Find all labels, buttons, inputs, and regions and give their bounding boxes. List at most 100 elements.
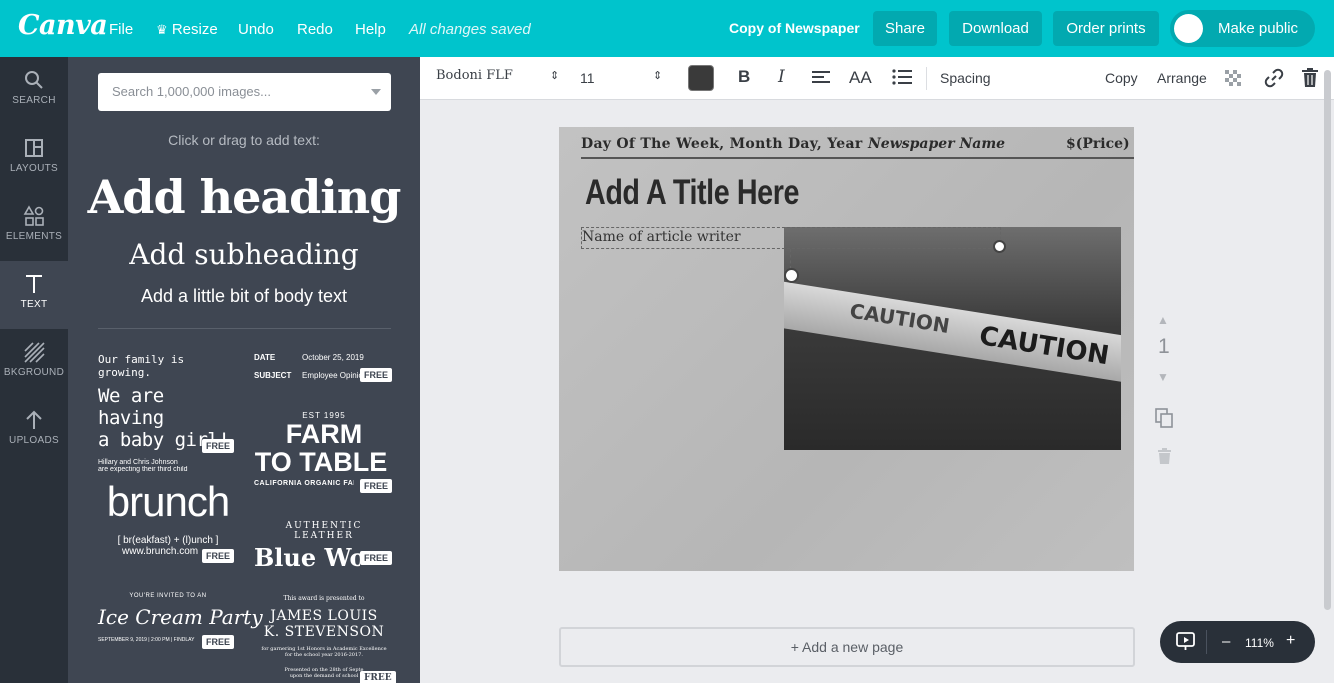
add-subheading-button[interactable]: Add subheading [68,238,420,271]
canva-logo[interactable]: Canva [18,10,108,41]
template-text: Blue Wood [254,543,360,572]
text-toolbar: Bodoni FLF ⇕ 11 ⇕ B I AA Spacing Copy Ar… [420,57,1334,100]
list-icon[interactable] [892,69,912,86]
sidebar-item-search[interactable]: SEARCH [0,57,68,125]
menu-file[interactable]: File [109,21,133,38]
sidebar-item-background[interactable]: BKGROUND [0,329,68,397]
make-public-label: Make public [1218,20,1299,37]
separator: - [849,136,854,152]
text-template-memo[interactable]: DATE October 25, 2019 SUBJECT Employee O… [254,353,394,388]
sidebar-item-uploads[interactable]: UPLOADS [0,397,68,465]
link-icon[interactable] [1264,68,1284,88]
italic-icon[interactable]: I [778,67,785,87]
text-template-leather[interactable]: AUTHENTIC LEATHER Blue Wood FREE [254,521,394,572]
zoom-in-button[interactable]: + [1286,632,1295,650]
menu-resize[interactable]: ♛ Resize [156,21,218,38]
divider [98,328,391,329]
template-text: YOU'RE INVITED TO AN [129,593,207,599]
text-template-award[interactable]: This award is presented to JAMES LOUIS K… [254,595,396,683]
template-text: Ice Cream Party [98,605,263,629]
text-color-swatch[interactable] [688,65,714,91]
image-search-input[interactable]: Search 1,000,000 images... [98,73,391,111]
top-bar: Canva File ♛ Resize Undo Redo Help All c… [0,0,1334,57]
transparency-icon[interactable] [1225,70,1241,86]
font-size-value: 11 [580,70,595,86]
make-public-toggle[interactable]: Make public [1170,10,1315,47]
template-text: FARM [285,419,363,449]
template-text: CALIFORNIA ORGANIC FARM [254,480,354,487]
text-template-farm[interactable]: EST 1995 FARM TO TABLE CALIFORNIA ORGANI… [254,411,394,497]
template-text: We are having [98,385,164,429]
duplicate-page-icon[interactable] [1155,408,1174,428]
font-size-select[interactable]: 11 [580,70,595,86]
present-icon[interactable] [1176,632,1195,651]
caution-tape-photo[interactable]: CAUTION CAUTION [784,227,1121,450]
free-badge: FREE [360,368,393,382]
newspaper-name[interactable]: Newspaper Name [868,136,1005,152]
order-prints-button[interactable]: Order prints [1053,11,1159,46]
free-badge: FREE [202,635,235,649]
template-text: brunch [106,478,230,525]
align-left-icon[interactable] [812,70,830,86]
free-badge: FREE [202,439,235,453]
background-icon [24,342,45,363]
rotate-handle-icon[interactable] [784,268,799,283]
article-title[interactable]: Add A Title Here [585,173,799,213]
trash-icon[interactable] [1302,68,1318,87]
download-button[interactable]: Download [949,11,1042,46]
text-template-brunch[interactable]: brunch [ br(eakfast) + (l)unch ] www.bru… [98,479,238,569]
sidebar-item-text[interactable]: TEXT [0,261,68,329]
sidebar-label: TEXT [20,299,48,310]
font-select-arrows-icon[interactable]: ⇕ [550,69,559,82]
text-template-baby[interactable]: Our family is growing. We are having a b… [98,353,238,473]
template-text: AUTHENTIC LEATHER [285,521,363,541]
article-writer[interactable]: Name of article writer [582,229,741,245]
sidebar-label: UPLOADS [9,435,59,446]
toggle-knob [1174,14,1203,43]
menu-redo[interactable]: Redo [297,21,333,38]
menu-help[interactable]: Help [355,21,386,38]
search-icon [25,71,43,89]
sidebar-label: ELEMENTS [5,231,63,242]
zoom-out-button[interactable]: – [1222,633,1230,650]
zoom-divider [1206,630,1207,654]
free-badge: FREE [360,671,396,683]
sidebar-item-layouts[interactable]: LAYOUTS [0,125,68,193]
add-new-page-button[interactable]: + Add a new page [559,627,1135,667]
zoom-level[interactable]: 111% [1245,636,1274,650]
free-badge: FREE [360,479,393,493]
template-text: Our family is growing. [98,353,185,379]
bold-icon[interactable]: B [738,67,750,87]
save-status: All changes saved [409,21,531,38]
date-line[interactable]: Day Of The Week, Month Day, Year [581,136,863,152]
menu-undo[interactable]: Undo [238,21,274,38]
document-title[interactable]: Copy of Newspaper [729,20,860,36]
spacing-button[interactable]: Spacing [940,70,991,86]
share-button[interactable]: Share [873,11,937,46]
resize-handle[interactable] [993,240,1006,253]
add-heading-button[interactable]: Add heading [68,170,420,224]
price[interactable]: $(Price) [1066,136,1130,152]
delete-page-icon[interactable] [1158,448,1171,464]
zoom-control: – 111% + [1160,621,1315,663]
template-text: SUBJECT [254,371,292,380]
add-body-text-button[interactable]: Add a little bit of body text [68,286,420,307]
size-select-arrows-icon[interactable]: ⇕ [653,69,662,82]
font-family-select[interactable]: Bodoni FLF [436,68,513,83]
text-template-icecream[interactable]: YOU'RE INVITED TO AN Ice Cream Party SEP… [98,593,263,653]
arrange-button[interactable]: Arrange [1157,70,1207,86]
sidebar: SEARCH LAYOUTS ELEMENTS TEXT BKGROUND UP… [0,57,68,683]
uppercase-icon[interactable]: AA [849,68,872,88]
copy-button[interactable]: Copy [1105,70,1138,86]
design-page[interactable]: Day Of The Week, Month Day, Year - Newsp… [559,127,1134,571]
page-down-icon[interactable]: ▼ [1157,370,1169,384]
sidebar-item-elements[interactable]: ELEMENTS [0,193,68,261]
page-up-icon[interactable]: ▲ [1157,313,1169,327]
template-text: [ br(eakfast) + (l)unch ] [117,535,219,546]
template-text: Hillary and Chris Johnson [98,459,178,466]
elements-icon [23,205,44,226]
menu-resize-label: Resize [171,21,218,38]
vertical-scrollbar[interactable] [1324,70,1331,610]
template-text: K. STEVENSON [263,624,385,640]
chevron-down-icon[interactable] [371,89,381,95]
